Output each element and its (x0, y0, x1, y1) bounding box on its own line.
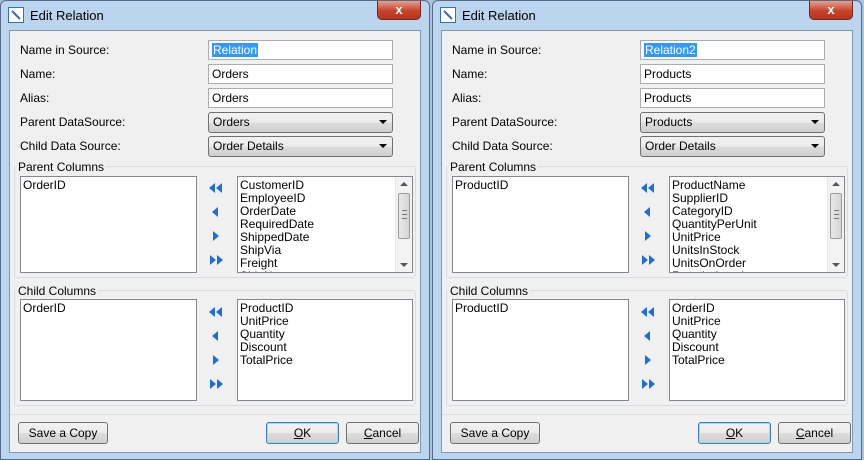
child-datasource-value: Order Details (645, 139, 716, 153)
parent-move-left-icon[interactable] (208, 205, 224, 219)
alias-label: Alias: (452, 91, 482, 105)
parent-datasource-value: Orders (213, 115, 250, 129)
child-columns-title: Child Columns (16, 284, 99, 298)
child-move-all-left-icon[interactable] (640, 305, 656, 319)
scroll-thumb[interactable] (830, 193, 842, 239)
name-in-source-field[interactable]: Relation (208, 40, 393, 60)
name-field[interactable]: Products (640, 64, 825, 84)
parent-list-scrollbar[interactable] (395, 177, 412, 272)
save-a-copy-button[interactable]: Save a Copy (18, 422, 108, 444)
footer-divider (10, 414, 420, 415)
parent-selected-list[interactable]: ProductID (452, 176, 629, 273)
edit-relation-dialog: Edit Relation x Name in Source: Relation… (0, 0, 430, 460)
list-item[interactable]: TotalPrice (670, 354, 844, 367)
child-selected-list[interactable]: OrderID (20, 299, 197, 401)
parent-columns-title: Parent Columns (16, 160, 107, 174)
save-a-copy-button[interactable]: Save a Copy (450, 422, 540, 444)
name-in-source-label: Name in Source: (452, 43, 542, 57)
dialog-body: Name in Source: Relation Name: Orders Al… (9, 30, 421, 453)
parent-move-left-icon[interactable] (640, 205, 656, 219)
parent-move-all-right-icon[interactable] (640, 253, 656, 267)
parent-list-scrollbar[interactable] (827, 177, 844, 272)
cancel-button[interactable]: Cancel (346, 422, 419, 444)
list-item[interactable]: OrderID (21, 179, 196, 192)
edit-relation-dialog: Edit Relation x Name in Source: Relation… (432, 0, 862, 460)
relation-app-icon (8, 7, 24, 23)
title-bar[interactable]: Edit Relation x (433, 1, 861, 29)
name-field[interactable]: Orders (208, 64, 393, 84)
parent-selected-list[interactable]: OrderID (20, 176, 197, 273)
name-label: Name: (20, 67, 56, 81)
list-item[interactable]: ProductID (453, 179, 628, 192)
combo-arrow-icon (379, 120, 387, 124)
combo-arrow-icon (379, 144, 387, 148)
name-in-source-value: Relation2 (644, 43, 697, 57)
scroll-down-icon[interactable] (832, 263, 840, 267)
child-move-all-right-icon[interactable] (208, 377, 224, 391)
child-selected-list[interactable]: ProductID (452, 299, 629, 401)
child-datasource-label: Child Data Source: (20, 139, 121, 153)
scroll-up-icon[interactable] (400, 182, 408, 186)
child-move-left-icon[interactable] (208, 329, 224, 343)
parent-datasource-label: Parent DataSource: (452, 115, 558, 129)
parent-move-all-right-icon[interactable] (208, 253, 224, 267)
parent-available-list[interactable]: CustomerID EmployeeID OrderDate RequiredDat… (237, 176, 413, 273)
parent-move-right-icon[interactable] (640, 229, 656, 243)
dialog-body: Name in Source: Relation2 Name: Products… (441, 30, 853, 453)
child-move-all-right-icon[interactable] (640, 377, 656, 391)
list-item[interactable]: ShipName (238, 270, 412, 273)
parent-columns-title: Parent Columns (448, 160, 539, 174)
alias-field[interactable]: Products (640, 88, 825, 108)
parent-datasource-label: Parent DataSource: (20, 115, 126, 129)
footer-divider (442, 414, 852, 415)
title-bar[interactable]: Edit Relation x (1, 1, 429, 29)
parent-available-list[interactable]: ProductName SupplierID CategoryID QuantityP… (669, 176, 845, 273)
child-datasource-select[interactable]: Order Details (640, 136, 825, 157)
scroll-up-icon[interactable] (832, 182, 840, 186)
parent-datasource-value: Products (645, 115, 693, 129)
combo-arrow-icon (811, 120, 819, 124)
relation-app-icon (440, 7, 456, 23)
name-label: Name: (452, 67, 488, 81)
close-icon[interactable]: x (809, 1, 853, 20)
child-available-list[interactable]: OrderID UnitPrice Quantity Discount TotalPri… (669, 299, 845, 401)
parent-move-all-left-icon[interactable] (208, 181, 224, 195)
child-datasource-label: Child Data Source: (452, 139, 553, 153)
dialog-title: Edit Relation (30, 8, 104, 23)
name-in-source-value: Relation (212, 43, 259, 57)
list-item[interactable]: OrderID (21, 302, 196, 315)
cancel-button[interactable]: Cancel (778, 422, 851, 444)
alias-field[interactable]: Orders (208, 88, 393, 108)
child-available-list[interactable]: ProductID UnitPrice Quantity Discount TotalP… (237, 299, 413, 401)
child-move-right-icon[interactable] (640, 353, 656, 367)
parent-datasource-select[interactable]: Orders (208, 112, 393, 133)
dialog-title: Edit Relation (462, 8, 536, 23)
list-item[interactable]: ReorderLevel (670, 270, 844, 273)
child-datasource-select[interactable]: Order Details (208, 136, 393, 157)
combo-arrow-icon (811, 144, 819, 148)
parent-datasource-select[interactable]: Products (640, 112, 825, 133)
child-move-right-icon[interactable] (208, 353, 224, 367)
scroll-thumb[interactable] (398, 193, 410, 239)
list-item[interactable]: ProductID (453, 302, 628, 315)
ok-button[interactable]: OK (266, 422, 339, 444)
name-in-source-label: Name in Source: (20, 43, 110, 57)
name-in-source-field[interactable]: Relation2 (640, 40, 825, 60)
list-item[interactable]: TotalPrice (238, 354, 412, 367)
child-move-left-icon[interactable] (640, 329, 656, 343)
child-columns-title: Child Columns (448, 284, 531, 298)
parent-move-all-left-icon[interactable] (640, 181, 656, 195)
close-icon[interactable]: x (377, 1, 421, 20)
parent-move-right-icon[interactable] (208, 229, 224, 243)
alias-label: Alias: (20, 91, 50, 105)
scroll-down-icon[interactable] (400, 263, 408, 267)
child-move-all-left-icon[interactable] (208, 305, 224, 319)
child-datasource-value: Order Details (213, 139, 284, 153)
ok-button[interactable]: OK (698, 422, 771, 444)
